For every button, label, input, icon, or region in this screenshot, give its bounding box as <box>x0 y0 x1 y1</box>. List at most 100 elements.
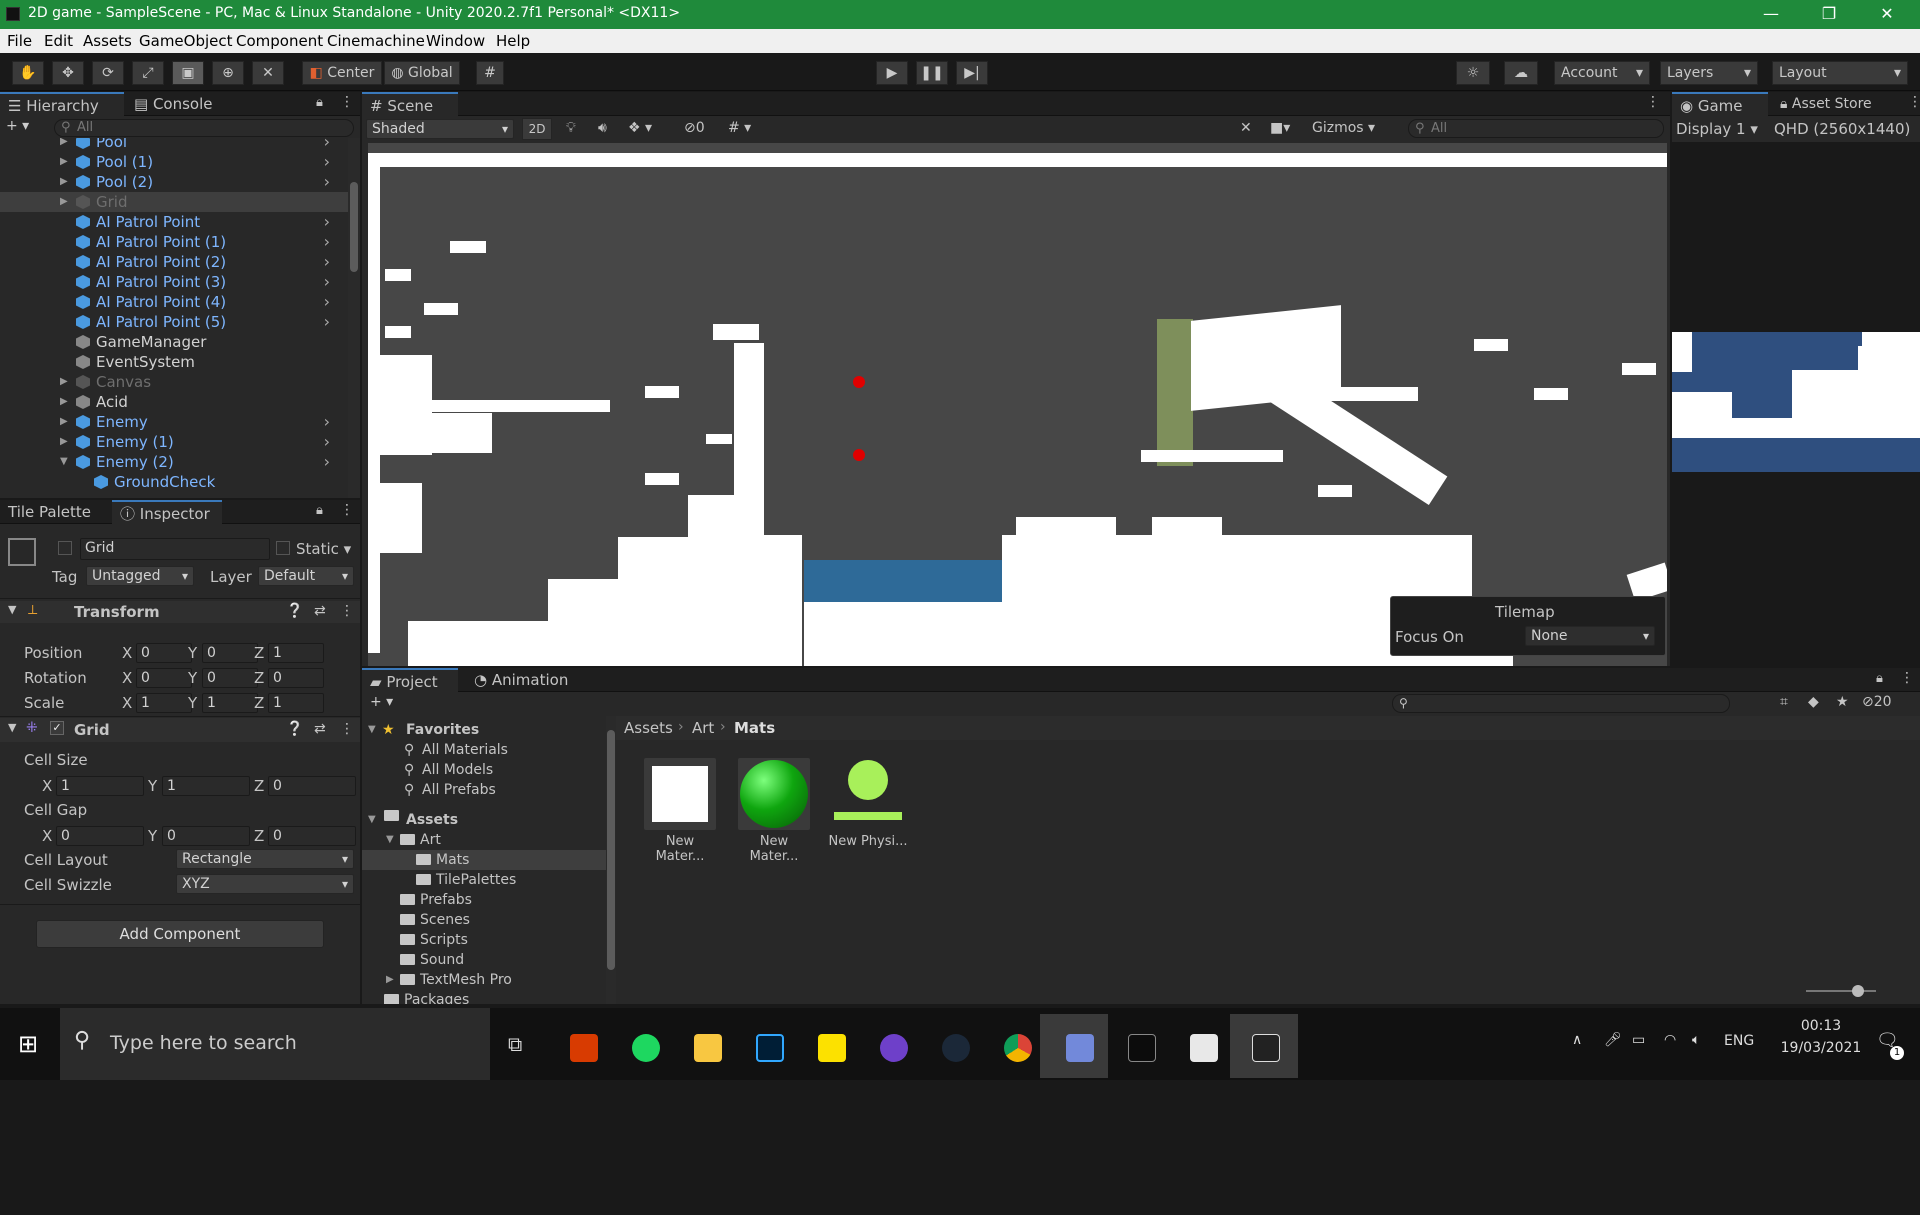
fold-icon[interactable]: ▼ <box>368 720 376 740</box>
hierarchy-item[interactable]: AI Patrol Point › <box>0 212 348 232</box>
project-folder[interactable]: Mats <box>362 850 606 870</box>
project-folder[interactable]: ▶ TextMesh Pro <box>362 970 606 990</box>
hierarchy-item[interactable]: AI Patrol Point (2) › <box>0 252 348 272</box>
project-search-input[interactable]: ⚲ <box>1392 694 1730 713</box>
hierarchy-item[interactable]: ▶ Acid <box>0 392 348 412</box>
language-indicator[interactable]: ENG <box>1724 1033 1754 1049</box>
fold-icon[interactable]: ▶ <box>60 172 68 192</box>
taskbar-search-input[interactable]: ⚲ Type here to search <box>60 1008 490 1080</box>
lock-icon[interactable]: 🔒︎ <box>316 503 323 518</box>
asset-tile[interactable]: New Physi... <box>828 756 908 856</box>
menu-file[interactable]: File <box>7 32 32 50</box>
pause-button[interactable]: ❚❚ <box>916 61 948 85</box>
cloud-icon[interactable]: ☁ <box>1504 61 1538 85</box>
layer-dropdown[interactable]: Default <box>258 566 354 586</box>
fold-icon[interactable]: ▼ <box>368 810 376 830</box>
preset-icon[interactable]: ⇄ <box>314 603 326 619</box>
chevron-right-icon[interactable]: › <box>324 172 330 192</box>
project-folder[interactable]: Prefabs <box>362 890 606 910</box>
chevron-right-icon[interactable]: › <box>324 212 330 232</box>
chevron-right-icon[interactable]: › <box>324 432 330 452</box>
zoom-slider-track[interactable] <box>1806 990 1876 992</box>
maximize-button[interactable]: ❐ <box>1800 0 1858 29</box>
filter-label-icon[interactable]: ◆ <box>1808 694 1819 710</box>
hierarchy-item[interactable]: AI Patrol Point (3) › <box>0 272 348 292</box>
grid-enabled-checkbox[interactable]: ✓ <box>50 721 64 735</box>
scale-tool-button[interactable]: ⤢ <box>132 61 164 85</box>
breadcrumb-mats[interactable]: Mats <box>734 719 775 737</box>
hierarchy-item[interactable]: ▶ Pool › <box>0 138 348 152</box>
volume-icon[interactable]: 🔈︎ <box>1692 1032 1700 1048</box>
chrome-icon[interactable] <box>1004 1034 1032 1062</box>
gizmos-dropdown[interactable]: Gizmos ▾ <box>1312 120 1375 136</box>
tab-scene[interactable]: # Scene <box>362 92 458 116</box>
fold-icon[interactable]: ▶ <box>60 138 68 152</box>
filter-type-icon[interactable]: ⌗ <box>1780 694 1788 710</box>
project-folder[interactable]: Scenes <box>362 910 606 930</box>
menu-window[interactable]: Window <box>426 32 485 50</box>
task-view-icon[interactable]: ⧉ <box>508 1032 522 1056</box>
fold-icon[interactable]: ▶ <box>60 432 68 452</box>
more-icon[interactable]: ⋮ <box>1908 94 1920 110</box>
favorites-header[interactable]: ▼ ★ Favorites <box>362 720 606 740</box>
spotify-icon[interactable] <box>632 1034 660 1062</box>
wifi-icon[interactable]: ◠ <box>1664 1032 1676 1048</box>
hierarchy-search-input[interactable]: ⚲ All <box>54 119 354 137</box>
hierarchy-item[interactable]: AI Patrol Point (1) › <box>0 232 348 252</box>
chevron-right-icon[interactable]: › <box>324 292 330 312</box>
chevron-right-icon[interactable]: › <box>324 412 330 432</box>
play-button[interactable]: ▶ <box>876 61 908 85</box>
hierarchy-item[interactable]: ▼ Enemy (2) › <box>0 452 348 472</box>
cell-size-x-field[interactable]: 1 <box>56 776 144 796</box>
chevron-right-icon[interactable]: › <box>324 232 330 252</box>
fold-icon[interactable]: ▶ <box>60 372 68 392</box>
display-dropdown[interactable]: Display 1 ▾ <box>1676 120 1758 138</box>
java-icon[interactable] <box>1190 1034 1218 1062</box>
tag-dropdown[interactable]: Untagged <box>86 566 194 586</box>
chevron-up-icon[interactable]: ∧ <box>1572 1032 1582 1048</box>
tree-scrollbar[interactable] <box>606 716 616 1004</box>
menu-cinemachine[interactable]: Cinemachine <box>327 32 425 50</box>
lighting-icon[interactable]: 💡︎ <box>566 120 576 136</box>
tab-console[interactable]: ▤ Console <box>126 92 236 116</box>
cell-gap-x-field[interactable]: 0 <box>56 826 144 846</box>
fold-icon[interactable]: ▼ <box>60 452 68 472</box>
hierarchy-item[interactable]: GroundCheck <box>0 472 348 492</box>
chevron-right-icon[interactable]: › <box>324 152 330 172</box>
cell-layout-dropdown[interactable]: Rectangle <box>176 849 354 869</box>
lock-icon[interactable]: 🔒︎ <box>316 95 323 110</box>
zoom-slider-handle[interactable] <box>1852 985 1864 997</box>
cell-gap-z-field[interactable]: 0 <box>268 826 356 846</box>
services-icon[interactable]: ☼ <box>1456 61 1490 85</box>
hand-tool-button[interactable]: ✋ <box>12 61 44 85</box>
project-folder[interactable]: ▼ Art <box>362 830 606 850</box>
preset-icon[interactable]: ⇄ <box>314 721 326 737</box>
static-checkbox[interactable] <box>276 541 290 555</box>
chevron-right-icon[interactable]: › <box>324 138 330 152</box>
object-name-field[interactable]: Grid <box>80 538 270 560</box>
more-icon[interactable]: ⋮ <box>1646 94 1660 110</box>
lock-icon[interactable]: 🔒︎ <box>1876 671 1883 686</box>
effects-icon[interactable]: ❖ ▾ <box>628 120 652 136</box>
scene-search-input[interactable]: ⚲ All <box>1408 119 1664 138</box>
more-icon[interactable]: ⋮ <box>340 603 354 619</box>
help-icon[interactable]: ❔ <box>286 603 303 619</box>
tab-asset-store[interactable]: 🔒︎ Asset Store <box>1772 92 1902 116</box>
scene-viewport[interactable]: Tilemap Focus On None <box>368 143 1667 666</box>
tab-game[interactable]: ◉ Game <box>1672 92 1768 116</box>
favorite-item[interactable]: ⚲ All Materials <box>362 740 606 760</box>
project-folder[interactable]: Scripts <box>362 930 606 950</box>
hierarchy-item[interactable]: EventSystem <box>0 352 348 372</box>
office-icon[interactable] <box>570 1034 598 1062</box>
tab-tile-palette[interactable]: Tile Palette <box>0 500 112 524</box>
more-icon[interactable]: ⋮ <box>340 502 354 518</box>
microphone-icon[interactable]: 🎤︎ <box>1604 1032 1622 1048</box>
assets-root[interactable]: ▼ Assets <box>362 810 606 830</box>
unity-icon[interactable] <box>1252 1034 1280 1062</box>
add-component-button[interactable]: Add Component <box>36 920 324 948</box>
layout-dropdown[interactable]: Layout ▾ <box>1772 61 1908 85</box>
fold-icon[interactable]: ▶ <box>60 152 68 172</box>
transform-tool-button[interactable]: ⊕ <box>212 61 244 85</box>
resolution-dropdown[interactable]: QHD (2560x1440) <box>1774 120 1910 138</box>
cell-size-z-field[interactable]: 0 <box>268 776 356 796</box>
